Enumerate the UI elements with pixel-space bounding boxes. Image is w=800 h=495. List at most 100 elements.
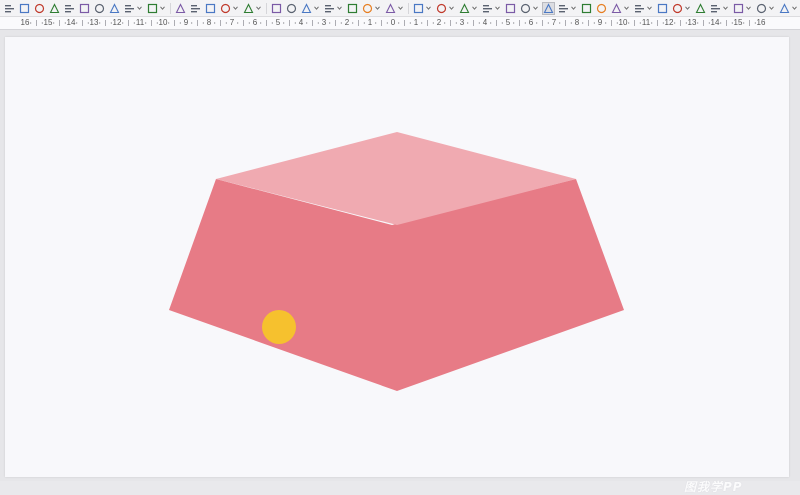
- ruler-label: 12: [664, 18, 674, 27]
- ruler-label: 0: [390, 18, 396, 27]
- align-center-horizontal-icon[interactable]: [19, 3, 30, 14]
- ruler-label: 15: [43, 18, 53, 27]
- distribute-horizontal-icon[interactable]: [94, 3, 105, 14]
- ruler-label: 14: [66, 18, 76, 27]
- chevron-down-icon[interactable]: [723, 3, 728, 14]
- ruler-label: 16: [756, 18, 766, 27]
- ruler-label: 9: [183, 18, 189, 27]
- image-icon[interactable]: [286, 3, 297, 14]
- draw-icon[interactable]: [362, 3, 373, 14]
- replace-image-icon[interactable]: [271, 3, 282, 14]
- animation-icon[interactable]: [505, 3, 516, 14]
- flag-icon[interactable]: [301, 2, 312, 14]
- chevron-down-icon[interactable]: [314, 3, 319, 14]
- chevron-down-icon[interactable]: [426, 3, 431, 14]
- toolbar-separator: [408, 2, 409, 14]
- ruler-label: 12: [112, 18, 122, 27]
- group-icon[interactable]: [147, 3, 158, 14]
- ruler-label: 3: [459, 18, 465, 27]
- ruler-label: 7: [551, 18, 557, 27]
- file-icon[interactable]: [710, 3, 721, 14]
- ruler-label: 6: [528, 18, 534, 27]
- ruler-label: 1: [413, 18, 419, 27]
- ruler-label: 10: [618, 18, 628, 27]
- ruler-label: 2: [436, 18, 442, 27]
- text-box-icon[interactable]: [347, 3, 358, 14]
- ruler-label: 6: [252, 18, 258, 27]
- chevron-down-icon[interactable]: [647, 3, 652, 14]
- record-icon[interactable]: [596, 3, 607, 14]
- align-top-icon[interactable]: [49, 2, 60, 14]
- shape-circle-icon[interactable]: [220, 3, 231, 14]
- align-bottom-icon[interactable]: [79, 3, 90, 14]
- picture-icon[interactable]: [779, 2, 790, 14]
- fill-bucket-icon[interactable]: [175, 2, 186, 14]
- ruler-label: 7: [229, 18, 235, 27]
- slide-canvas[interactable]: 图我学PP: [5, 37, 789, 494]
- color-picker-icon[interactable]: [581, 3, 592, 14]
- chevron-down-icon[interactable]: [495, 3, 500, 14]
- 3d-icon[interactable]: [634, 3, 645, 14]
- yellow-circle-shape[interactable]: [262, 310, 296, 344]
- stop-icon[interactable]: [657, 3, 668, 14]
- chevron-down-icon[interactable]: [624, 3, 629, 14]
- chevron-down-icon[interactable]: [256, 3, 261, 14]
- ruler-label: 11: [641, 18, 651, 27]
- toolbar-separator: [170, 2, 171, 14]
- crop-icon[interactable]: [205, 3, 216, 14]
- smartart-icon[interactable]: [482, 3, 493, 14]
- drawing-toolbar: [0, 0, 800, 17]
- table-icon[interactable]: [436, 3, 447, 14]
- chevron-down-icon[interactable]: [398, 3, 403, 14]
- align-left-icon[interactable]: [4, 3, 15, 14]
- line-color-icon[interactable]: [190, 3, 201, 14]
- shape-styles-icon[interactable]: [243, 2, 254, 14]
- effects-icon[interactable]: [611, 2, 622, 14]
- ruler-label: 16: [20, 18, 30, 27]
- distribute-vertical-icon[interactable]: [109, 2, 120, 14]
- ruler-label: 1: [367, 18, 373, 27]
- chevron-down-icon[interactable]: [746, 3, 751, 14]
- ruler-label: 13: [89, 18, 99, 27]
- ruler-label: 4: [482, 18, 488, 27]
- rotate-icon[interactable]: [558, 3, 569, 14]
- ruler-label: 2: [344, 18, 350, 27]
- chevron-down-icon[interactable]: [472, 3, 477, 14]
- ruler-label: 4: [298, 18, 304, 27]
- chevron-down-icon[interactable]: [160, 3, 165, 14]
- align-center-vertical-icon[interactable]: [64, 3, 75, 14]
- transition-icon[interactable]: [520, 3, 531, 14]
- chevron-down-icon[interactable]: [533, 3, 538, 14]
- toolbar-separator: [266, 2, 267, 14]
- globe-icon[interactable]: [695, 2, 706, 14]
- character-spacing-icon[interactable]: [459, 2, 470, 14]
- slide-icon[interactable]: [756, 3, 767, 14]
- slide-shapes: [169, 132, 624, 391]
- ruler-label: 14: [710, 18, 720, 27]
- page-icon[interactable]: [733, 3, 744, 14]
- shape-outline-icon[interactable]: [672, 3, 683, 14]
- horizontal-ruler: 16 15 14 13 12 11 10 9 8 7 6 5 4 3 2 1 0 1 2 3 4 5 6 7 8 9 10 11 12 1…: [0, 17, 800, 30]
- frame-icon[interactable]: [542, 1, 555, 15]
- ruler-label: 5: [275, 18, 281, 27]
- ruler-label: 5: [505, 18, 511, 27]
- chevron-down-icon[interactable]: [337, 3, 342, 14]
- ruler-label: 8: [206, 18, 212, 27]
- chevron-down-icon[interactable]: [233, 3, 238, 14]
- chevron-down-icon[interactable]: [685, 3, 690, 14]
- chevron-down-icon[interactable]: [375, 3, 380, 14]
- align-right-icon[interactable]: [34, 3, 45, 14]
- chevron-down-icon[interactable]: [571, 3, 576, 14]
- ruler-label: 9: [597, 18, 603, 27]
- chevron-down-icon[interactable]: [449, 3, 454, 14]
- chevron-down-icon[interactable]: [769, 3, 774, 14]
- ruler-label: 13: [687, 18, 697, 27]
- chevron-down-icon[interactable]: [137, 3, 142, 14]
- font-style-icon[interactable]: [385, 2, 396, 14]
- ruler-label: 8: [574, 18, 580, 27]
- chart-box-icon[interactable]: [324, 3, 335, 14]
- border-icon[interactable]: [413, 3, 424, 14]
- ruler-label: 10: [158, 18, 168, 27]
- chevron-down-icon[interactable]: [792, 3, 797, 14]
- arrange-icon[interactable]: [124, 3, 135, 14]
